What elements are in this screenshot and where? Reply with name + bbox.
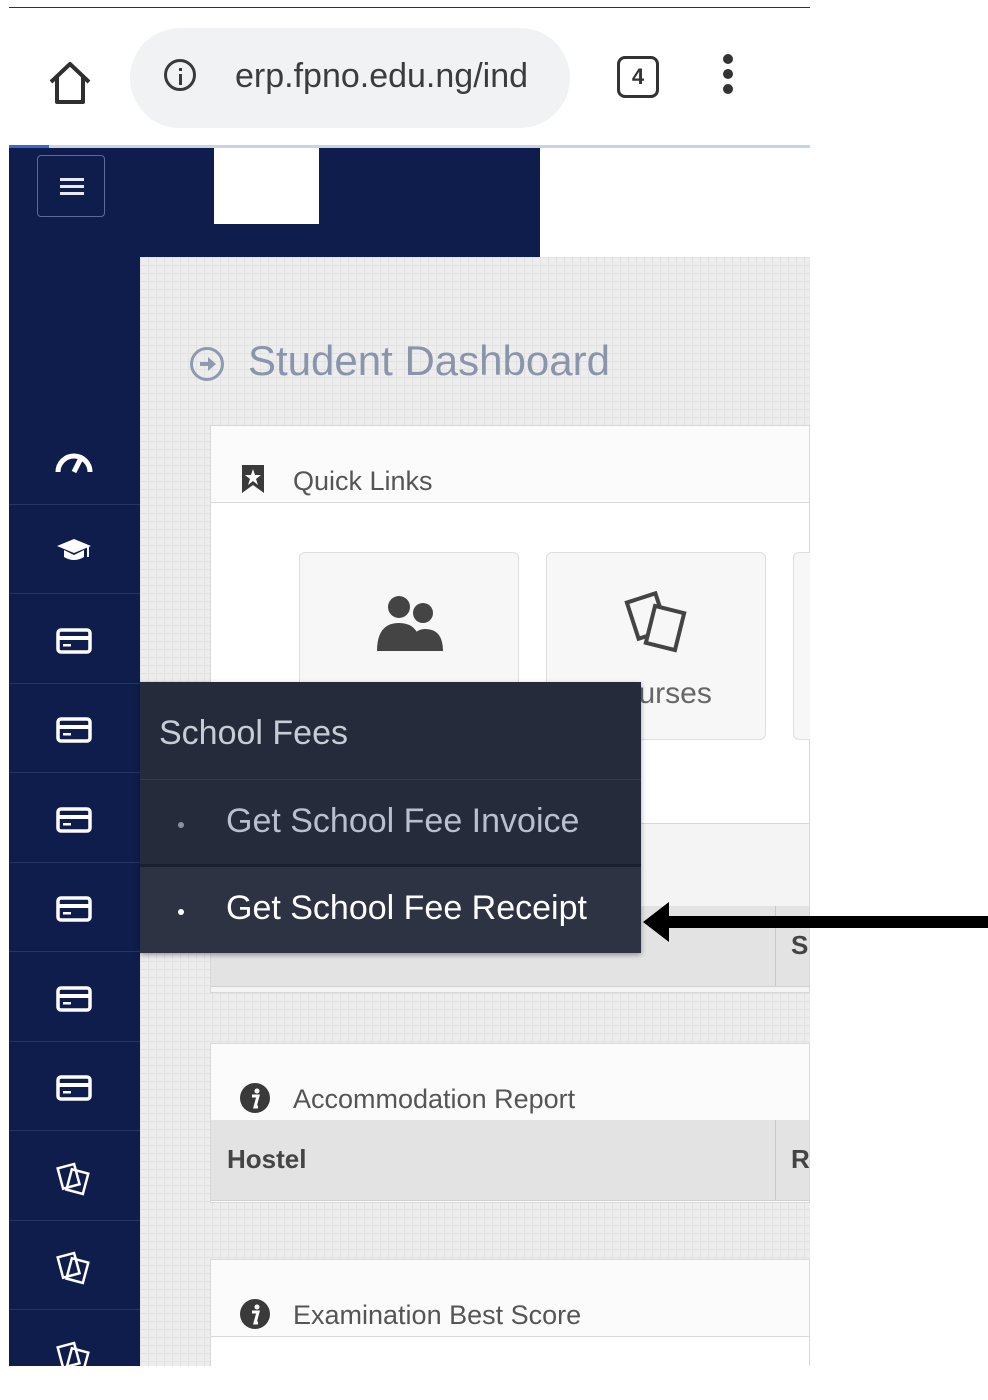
bookmark-star-icon bbox=[242, 465, 264, 493]
sidebar-item-payment-3[interactable] bbox=[9, 774, 140, 863]
sidebar-item-payment-5[interactable] bbox=[9, 953, 140, 1042]
cards-icon bbox=[56, 1251, 90, 1285]
info-circle-icon bbox=[240, 1083, 270, 1113]
sidebar-item-courses-2[interactable] bbox=[9, 1221, 140, 1310]
circle-arrow-right-icon bbox=[190, 347, 224, 381]
pointer-arrow-icon bbox=[643, 902, 988, 942]
sidebar-item-payment-4[interactable] bbox=[9, 863, 140, 952]
graduation-cap-icon bbox=[57, 539, 91, 560]
browser-toolbar: erp.fpno.edu.ng/ind 4 bbox=[9, 8, 810, 145]
credit-card-icon bbox=[56, 807, 92, 833]
exam-best-score-title: Examination Best Score bbox=[293, 1300, 582, 1330]
credit-card-icon bbox=[56, 628, 92, 654]
address-bar[interactable]: erp.fpno.edu.ng/ind bbox=[130, 28, 570, 128]
tabs-counter-button[interactable]: 4 bbox=[617, 56, 659, 98]
sidebar-item-payment-2[interactable] bbox=[9, 684, 140, 773]
home-icon bbox=[49, 62, 91, 104]
bullet-icon bbox=[178, 822, 184, 828]
cards-icon bbox=[56, 1162, 90, 1196]
credit-card-icon bbox=[56, 717, 92, 743]
sidebar-item-payment-1[interactable] bbox=[9, 595, 140, 684]
exam-best-score-header: Examination Best Score bbox=[211, 1260, 809, 1337]
menu-item-get-school-fee-receipt[interactable]: Get School Fee Receipt bbox=[140, 864, 641, 953]
dashboard-gauge-icon bbox=[55, 453, 93, 474]
quick-links-title: Quick Links bbox=[293, 466, 433, 496]
sidebar-item-courses-1[interactable] bbox=[9, 1132, 140, 1221]
header-band bbox=[140, 148, 540, 257]
info-circle-icon bbox=[240, 1299, 270, 1329]
menu-item-label: Get School Fee Receipt bbox=[226, 889, 587, 927]
home-button[interactable] bbox=[45, 58, 95, 108]
exam-best-score-panel: Examination Best Score bbox=[210, 1259, 810, 1366]
sidebar-item-courses-3[interactable] bbox=[9, 1311, 140, 1400]
info-icon[interactable] bbox=[164, 59, 196, 91]
sidebar bbox=[9, 148, 140, 1375]
credit-card-icon bbox=[56, 986, 92, 1012]
accommodation-table-header: Hostel R bbox=[211, 1120, 810, 1201]
accommodation-header: Accommodation Report bbox=[211, 1044, 809, 1121]
bullet-icon bbox=[178, 909, 184, 915]
hamburger-menu-button[interactable] bbox=[37, 155, 105, 217]
hostel-column-header: Hostel bbox=[227, 1144, 307, 1174]
url-text: erp.fpno.edu.ng/ind bbox=[235, 57, 529, 95]
quick-link-tile-3[interactable] bbox=[793, 552, 810, 740]
page-title-text: Student Dashboard bbox=[248, 337, 610, 384]
institution-logo[interactable] bbox=[214, 148, 319, 224]
overflow-menu-icon[interactable] bbox=[721, 54, 735, 104]
sidebar-item-dashboard[interactable] bbox=[9, 416, 140, 505]
users-icon bbox=[377, 596, 443, 651]
accommodation-title: Accommodation Report bbox=[293, 1084, 576, 1114]
school-fees-flyout-menu: School Fees Get School Fee Invoice Get S… bbox=[140, 682, 641, 953]
sidebar-item-payment-6[interactable] bbox=[9, 1042, 140, 1131]
accommodation-panel: Accommodation Report Hostel R bbox=[210, 1043, 810, 1203]
credit-card-icon bbox=[56, 896, 92, 922]
accommodation-column-header: R bbox=[791, 1144, 810, 1174]
menu-item-label: Get School Fee Invoice bbox=[226, 802, 580, 840]
quick-links-header: Quick Links bbox=[211, 426, 809, 503]
cards-icon bbox=[56, 1341, 90, 1375]
flyout-title: School Fees bbox=[159, 714, 348, 752]
sidebar-item-academics[interactable] bbox=[9, 505, 140, 594]
menu-item-get-school-fee-invoice[interactable]: Get School Fee Invoice bbox=[140, 779, 641, 868]
cards-icon bbox=[624, 591, 687, 653]
credit-card-icon bbox=[56, 1075, 92, 1101]
